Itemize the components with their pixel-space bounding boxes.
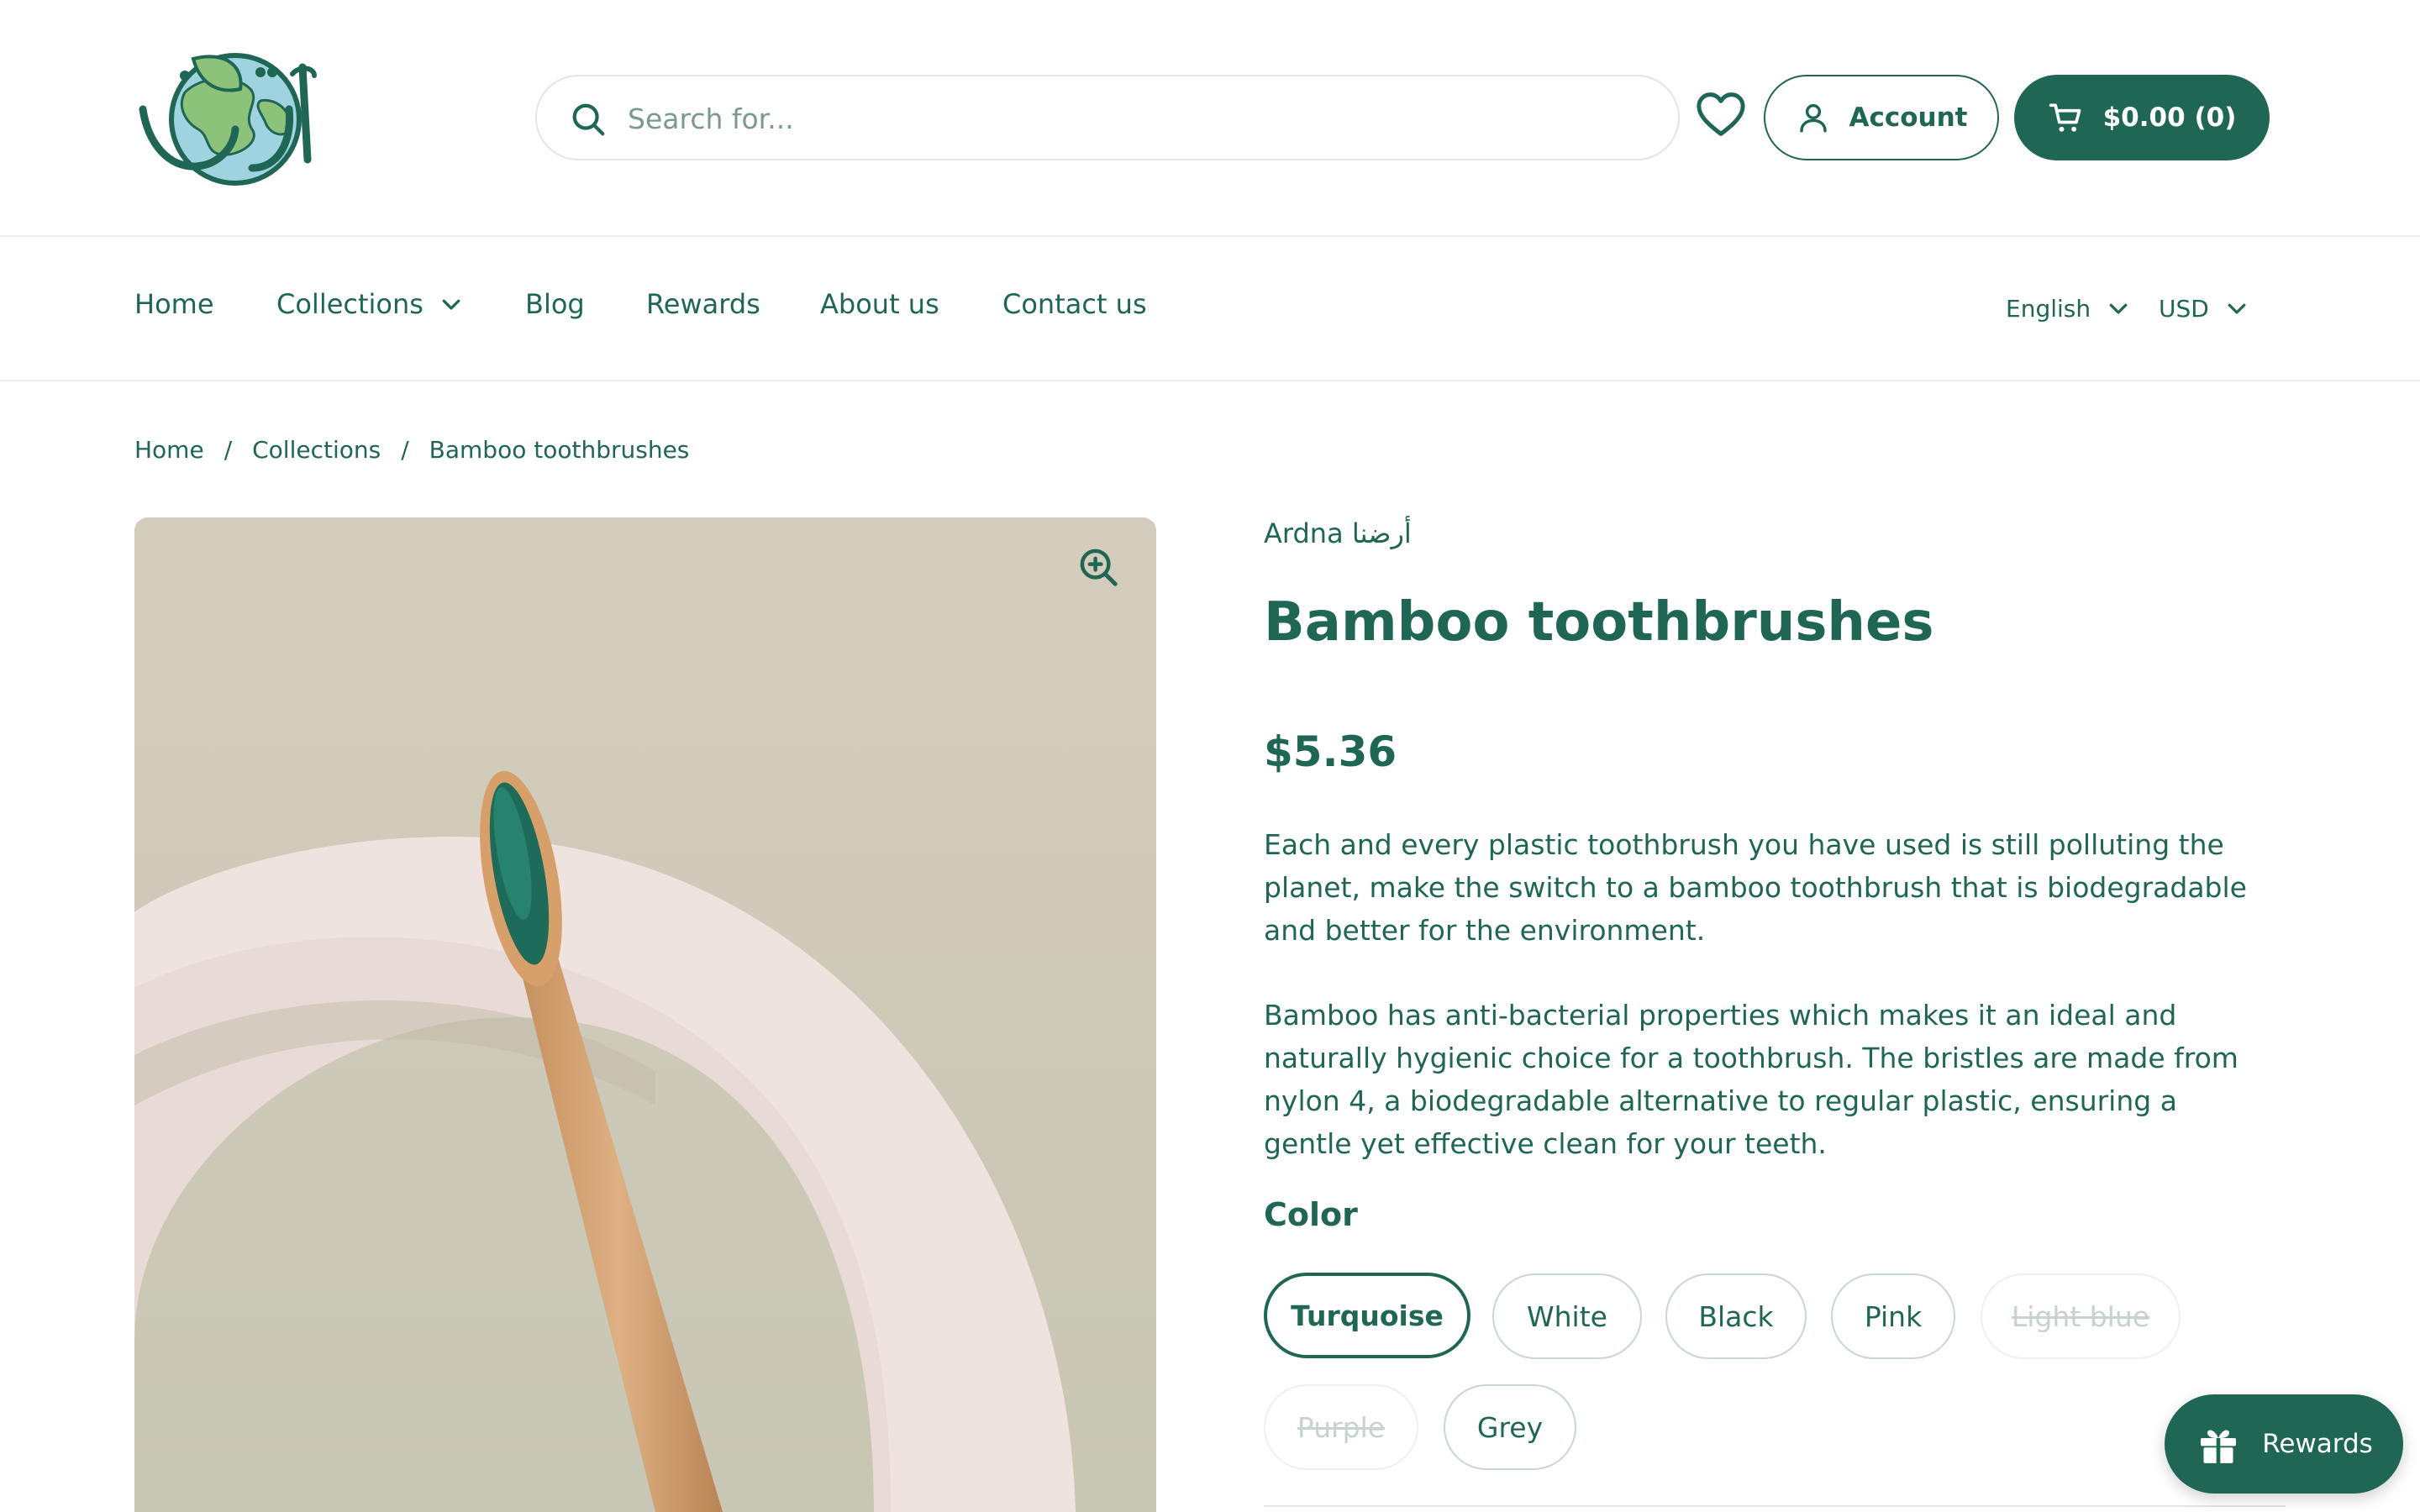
color-option-turquoise[interactable]: Turquoise <box>1264 1273 1470 1358</box>
product-title: Bamboo toothbrushes <box>1264 591 1934 654</box>
product-description: Each and every plastic toothbrush you ha… <box>1264 828 2247 947</box>
nav-item-label: Contact us <box>1002 288 1147 320</box>
color-option-text: White <box>1527 1299 1607 1333</box>
search-bar[interactable] <box>535 75 1680 160</box>
breadcrumb-home[interactable]: Home <box>134 436 204 464</box>
breadcrumb-separator: / <box>224 435 233 464</box>
nav-item-about-us[interactable]: About us <box>820 283 939 325</box>
cart-icon <box>2049 103 2081 132</box>
color-option-text: Grey <box>1476 1410 1544 1444</box>
nav-item-contact-us[interactable]: Contact us <box>1002 283 1147 325</box>
color-option-purple[interactable]: Purple <box>1264 1384 1418 1470</box>
color-option-text: Purple <box>1297 1410 1386 1444</box>
nav-item-label: Rewards <box>646 288 760 320</box>
color-option-text: Black <box>1698 1299 1774 1333</box>
heart-icon[interactable] <box>1693 87 1749 142</box>
search-icon <box>572 103 605 136</box>
color-option-light-blue[interactable]: Light blue <box>1981 1273 2181 1359</box>
color-option-white[interactable]: White <box>1492 1273 1642 1359</box>
color-option-text: Light blue <box>2011 1299 2150 1333</box>
breadcrumb-current: Bamboo toothbrushes <box>429 435 690 464</box>
nav-item-blog[interactable]: Blog <box>525 283 585 325</box>
nav-item-label: About us <box>820 288 939 320</box>
rewards-label: Rewards <box>2262 1429 2373 1459</box>
toothbrush-photo <box>134 517 1156 1512</box>
chevron-down-icon <box>2228 303 2246 314</box>
product-vendor[interactable]: Ardna أرضنا <box>1264 517 1412 549</box>
currency-selector[interactable]: USD <box>2159 291 2249 325</box>
nav-item-collections[interactable]: Collections <box>276 283 464 325</box>
nav-item-home[interactable]: Home <box>134 283 214 325</box>
site-header: Account $0.00 (0) <box>0 0 2420 237</box>
product-description: Bamboo has anti-bacterial properties whi… <box>1264 999 2238 1160</box>
color-option-pink[interactable]: Pink <box>1831 1273 1955 1359</box>
language-label: English <box>2006 294 2091 323</box>
product-price: $5.36 <box>1264 727 1397 776</box>
earth-logo-icon <box>139 53 317 186</box>
chevron-down-icon <box>442 299 460 310</box>
color-option-label: Color <box>1264 1196 1358 1233</box>
account-button[interactable]: Account <box>1764 75 1999 160</box>
site-logo[interactable] <box>134 42 336 193</box>
cart-button[interactable]: $0.00 (0) <box>2014 75 2270 160</box>
breadcrumb: Home / Collections / Bamboo toothbrushes <box>134 433 689 466</box>
nav-item-label: Blog <box>525 288 585 320</box>
chevron-down-icon <box>2109 303 2128 314</box>
color-option-black[interactable]: Black <box>1665 1273 1807 1359</box>
currency-label: USD <box>2159 294 2209 323</box>
color-option-text: Turquoise <box>1291 1299 1444 1332</box>
product-image[interactable] <box>134 517 1156 1512</box>
cart-total: $0.00 (0) <box>2102 102 2237 133</box>
rewards-launcher-button[interactable]: Rewards <box>2165 1394 2403 1494</box>
gift-icon <box>2201 1430 2237 1464</box>
nav-item-label: Collections <box>276 288 424 320</box>
nav-item-rewards[interactable]: Rewards <box>646 283 760 325</box>
language-selector[interactable]: English <box>2006 291 2131 325</box>
main-nav: Home Collections Blog Rewards About us C… <box>0 237 2420 381</box>
section-divider <box>1264 1505 2286 1507</box>
breadcrumb-collections[interactable]: Collections <box>252 436 381 464</box>
zoom-in-icon[interactable] <box>1076 544 1121 590</box>
user-icon <box>1799 103 1827 133</box>
account-label: Account <box>1849 102 1968 133</box>
color-option-text: Pink <box>1864 1299 1923 1333</box>
nav-item-label: Home <box>134 288 214 320</box>
breadcrumb-separator: / <box>401 435 409 464</box>
search-input[interactable] <box>628 93 1636 144</box>
color-option-grey[interactable]: Grey <box>1444 1384 1576 1470</box>
